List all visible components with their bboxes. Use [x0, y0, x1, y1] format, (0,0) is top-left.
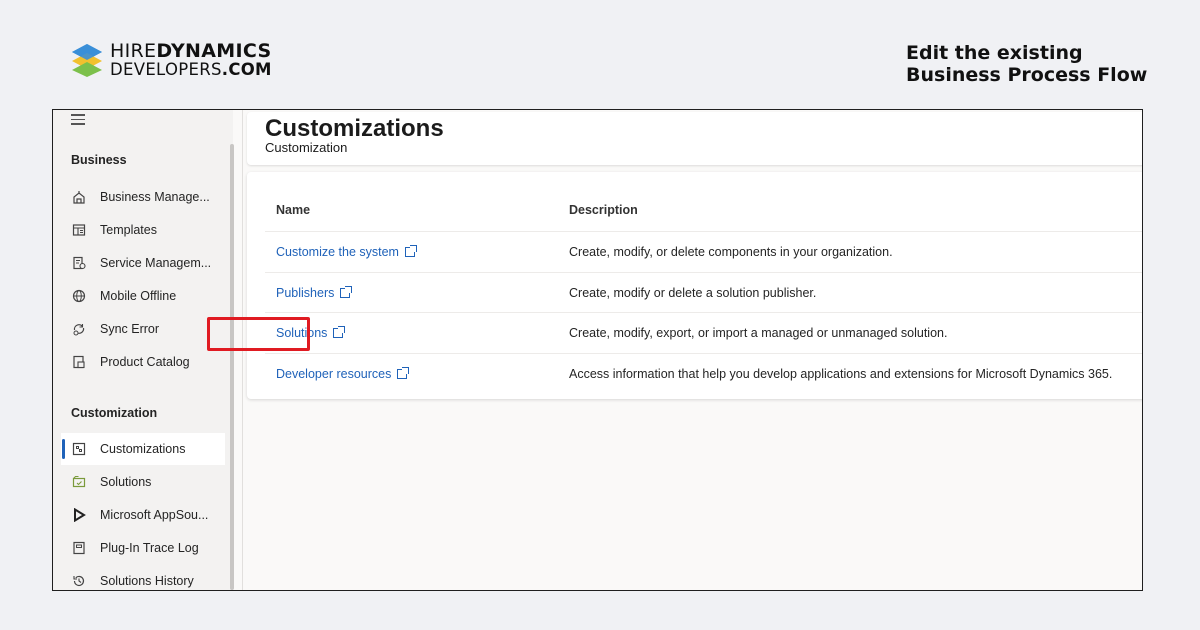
solutions-icon	[70, 473, 88, 491]
customizations-table: Name Description Customize the system Cr…	[247, 172, 1142, 399]
sidebar-item-solutions-history[interactable]: Solutions History	[61, 565, 225, 590]
row-description: Create, modify or delete a solution publ…	[569, 286, 817, 300]
open-external-icon	[397, 367, 410, 379]
brand-dynamics: DYNAMICS	[156, 40, 272, 62]
tutorial-heading: Edit the existing Business Process Flow	[906, 42, 1166, 86]
sidebar-item-mobile-offline[interactable]: Mobile Offline	[61, 280, 225, 312]
trace-log-icon	[70, 539, 88, 557]
solutions-link[interactable]: Solutions	[276, 326, 346, 340]
sidebar-item-label: Templates	[100, 223, 157, 237]
sidebar-item-label: Plug-In Trace Log	[100, 541, 199, 555]
sidebar-item-label: Solutions	[100, 475, 152, 489]
sidebar-section-business: Business	[71, 153, 127, 167]
link-label: Solutions	[276, 326, 328, 340]
sidebar-item-customizations[interactable]: Customizations	[61, 433, 225, 465]
publishers-link[interactable]: Publishers	[276, 286, 353, 300]
sidebar-item-templates[interactable]: Templates	[61, 214, 225, 246]
link-label: Publishers	[276, 286, 335, 300]
open-external-icon	[333, 326, 346, 338]
page-title: Customizations	[265, 115, 444, 142]
table-row: Developer resources Access information t…	[265, 353, 1142, 393]
sidebar-item-label: Business Manage...	[100, 190, 210, 204]
sidebar-item-business-management[interactable]: Business Manage...	[61, 181, 225, 213]
customize-the-system-link[interactable]: Customize the system	[276, 245, 417, 259]
sidebar-item-label: Sync Error	[100, 322, 160, 336]
templates-icon	[70, 221, 88, 239]
sync-error-icon	[70, 320, 88, 338]
page-subtitle: Customization	[265, 140, 348, 155]
brand-developers: DEVELOPERS	[110, 60, 222, 79]
hamburger-menu-icon[interactable]	[71, 114, 85, 128]
sidebar-item-service-management[interactable]: Service Managem...	[61, 247, 225, 279]
product-catalog-icon	[70, 353, 88, 371]
table-row: Publishers Create, modify or delete a so…	[265, 272, 1142, 312]
main-content: Customizations Customization Name Descri…	[242, 110, 1142, 590]
sidebar-item-label: Mobile Offline	[100, 289, 177, 303]
sidebar-item-solutions[interactable]: Solutions	[61, 466, 225, 498]
sidebar-item-label: Product Catalog	[100, 355, 190, 369]
tutorial-heading-line1: Edit the existing	[906, 42, 1083, 64]
developer-resources-link[interactable]: Developer resources	[276, 367, 410, 381]
brand-hire: HIRE	[110, 40, 157, 62]
service-icon	[70, 254, 88, 272]
tutorial-heading-line2: Business Process Flow	[906, 64, 1148, 86]
sidebar: Business Business Manage... Templates Se…	[53, 110, 234, 590]
sidebar-item-label: Customizations	[100, 442, 186, 456]
sidebar-section-customization: Customization	[71, 406, 158, 420]
row-description: Access information that help you develop…	[569, 367, 1113, 381]
table-row: Customize the system Create, modify, or …	[265, 231, 1142, 271]
brand-logo: HIREDYNAMICS DEVELOPERS.COM	[70, 42, 272, 79]
open-external-icon	[340, 286, 353, 298]
building-icon	[70, 188, 88, 206]
brand-com: .COM	[221, 60, 272, 79]
link-label: Customize the system	[276, 245, 399, 259]
history-icon	[70, 572, 88, 590]
app-screenshot: Business Business Manage... Templates Se…	[52, 109, 1143, 591]
sidebar-item-microsoft-appsource[interactable]: Microsoft AppSou...	[61, 499, 225, 531]
layers-logo-icon	[72, 44, 102, 78]
column-header-name: Name	[276, 203, 311, 217]
customizations-icon	[70, 440, 88, 458]
sidebar-item-product-catalog[interactable]: Product Catalog	[61, 346, 225, 378]
row-description: Create, modify, export, or import a mana…	[569, 326, 948, 340]
sidebar-scrollbar[interactable]	[230, 144, 234, 590]
link-label: Developer resources	[276, 367, 392, 381]
row-description: Create, modify, or delete components in …	[569, 245, 893, 259]
appsource-icon	[70, 506, 88, 524]
page-header: Customizations Customization	[247, 112, 1142, 165]
sidebar-item-label: Solutions History	[100, 574, 194, 588]
open-external-icon	[404, 245, 417, 257]
column-header-description: Description	[569, 203, 638, 217]
sidebar-item-sync-error[interactable]: Sync Error	[61, 313, 225, 345]
sidebar-item-plugin-trace-log[interactable]: Plug-In Trace Log	[61, 532, 225, 564]
sidebar-item-label: Microsoft AppSou...	[100, 508, 209, 522]
sidebar-item-label: Service Managem...	[100, 256, 212, 270]
globe-icon	[70, 287, 88, 305]
table-row: Solutions Create, modify, export, or imp…	[265, 312, 1142, 352]
